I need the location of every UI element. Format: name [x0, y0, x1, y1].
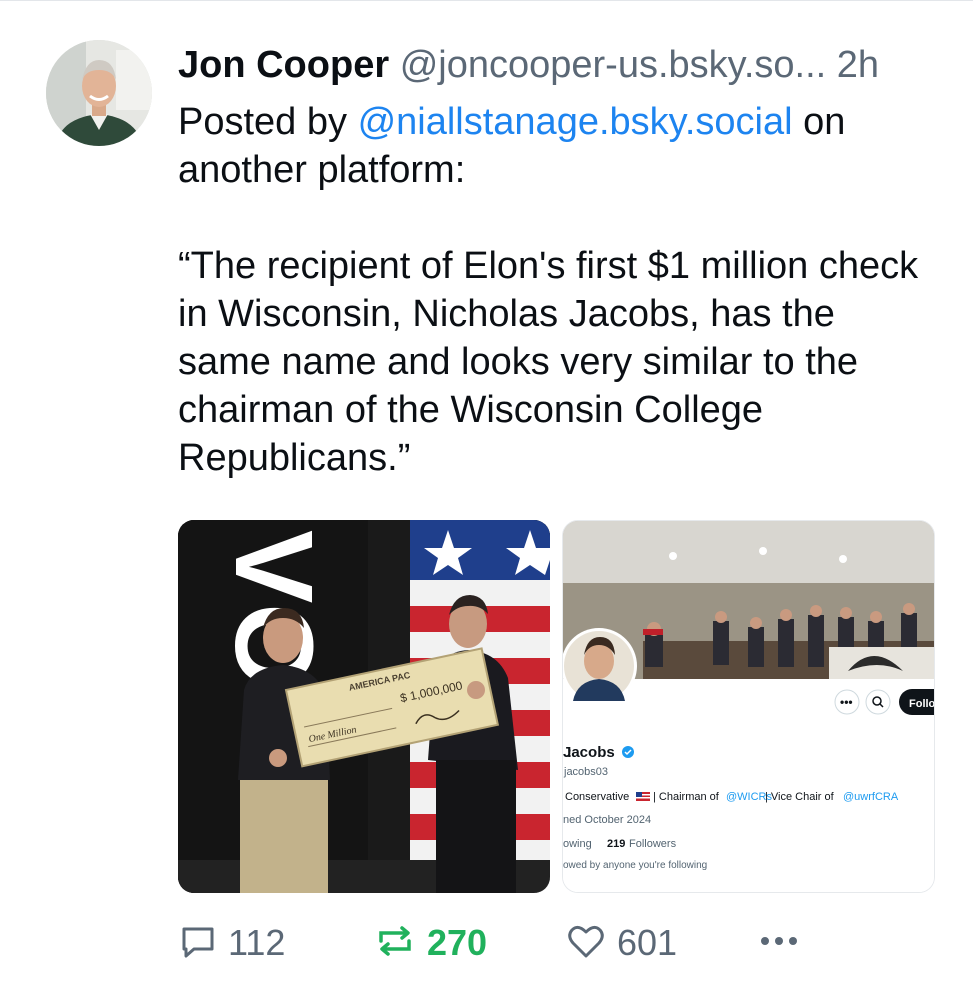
bio-vice-chair: | Vice Chair of	[765, 791, 835, 803]
us-flag-icon	[636, 792, 650, 801]
bio-prefix: Conservative	[565, 791, 629, 803]
follow-button-label[interactable]: Follo	[909, 698, 934, 710]
image-profile-screenshot[interactable]: ••• Follo Jacobs : jacobs03 Conservative…	[562, 520, 935, 893]
bio-chairman: | Chairman of	[653, 791, 720, 803]
repost-button[interactable]: 270	[373, 915, 487, 971]
followers-count[interactable]: 219	[607, 838, 625, 850]
verified-icon	[622, 746, 634, 758]
profile-name-prefix: :	[567, 744, 572, 761]
more-profile-icon[interactable]: •••	[840, 695, 853, 709]
avatar-image	[46, 40, 152, 146]
posted-by-line: Posted by @niallstanage.bsky.social on a…	[178, 98, 938, 194]
like-button[interactable]: 601	[565, 915, 677, 971]
posted-by-prefix: Posted by	[178, 101, 347, 143]
like-count: 601	[617, 922, 678, 963]
repost-count: 270	[427, 922, 488, 963]
banner-text: VO	[212, 530, 335, 689]
author-name[interactable]: Jon Cooper	[178, 44, 389, 86]
mention-link[interactable]: @niallstanage.bsky.social	[358, 101, 793, 143]
reply-count: 112	[228, 922, 286, 963]
post-actions: 112 270 601	[178, 915, 938, 971]
image-check-presentation[interactable]: VO AMERICA PAC $ 1,000,000 One Million	[178, 520, 550, 893]
search-icon[interactable]	[865, 689, 891, 715]
followers-label[interactable]: Followers	[629, 838, 677, 850]
like-icon	[565, 921, 607, 966]
profile-screenshot: ••• Follo Jacobs : jacobs03 Conservative…	[563, 521, 934, 892]
more-icon	[756, 921, 802, 966]
post-time[interactable]: 2h	[837, 44, 879, 86]
post-body: Posted by @niallstanage.bsky.social on a…	[178, 98, 938, 482]
post-header: Jon Cooper @joncooper-us.bsky.so... 2h	[178, 40, 948, 90]
quote-text: “The recipient of Elon's first $1 millio…	[178, 245, 919, 479]
repost-icon	[373, 921, 417, 966]
bio-mention-uwrfcra[interactable]: @uwrfCRA	[843, 791, 899, 803]
check-presentation-photo: VO AMERICA PAC $ 1,000,000 One Million	[178, 520, 550, 893]
more-options-button[interactable]	[756, 915, 802, 971]
following-label[interactable]: owing	[563, 838, 592, 850]
author-handle[interactable]: @joncooper-us.bsky.so...	[400, 44, 827, 86]
reply-button[interactable]: 112	[178, 915, 285, 971]
avatar[interactable]	[46, 40, 152, 146]
joined-date: ned October 2024	[563, 814, 651, 826]
reply-icon	[178, 921, 218, 966]
followed-by-text: owed by anyone you're following	[563, 860, 707, 871]
profile-handle: jacobs03	[563, 766, 608, 778]
top-divider	[0, 0, 973, 1]
